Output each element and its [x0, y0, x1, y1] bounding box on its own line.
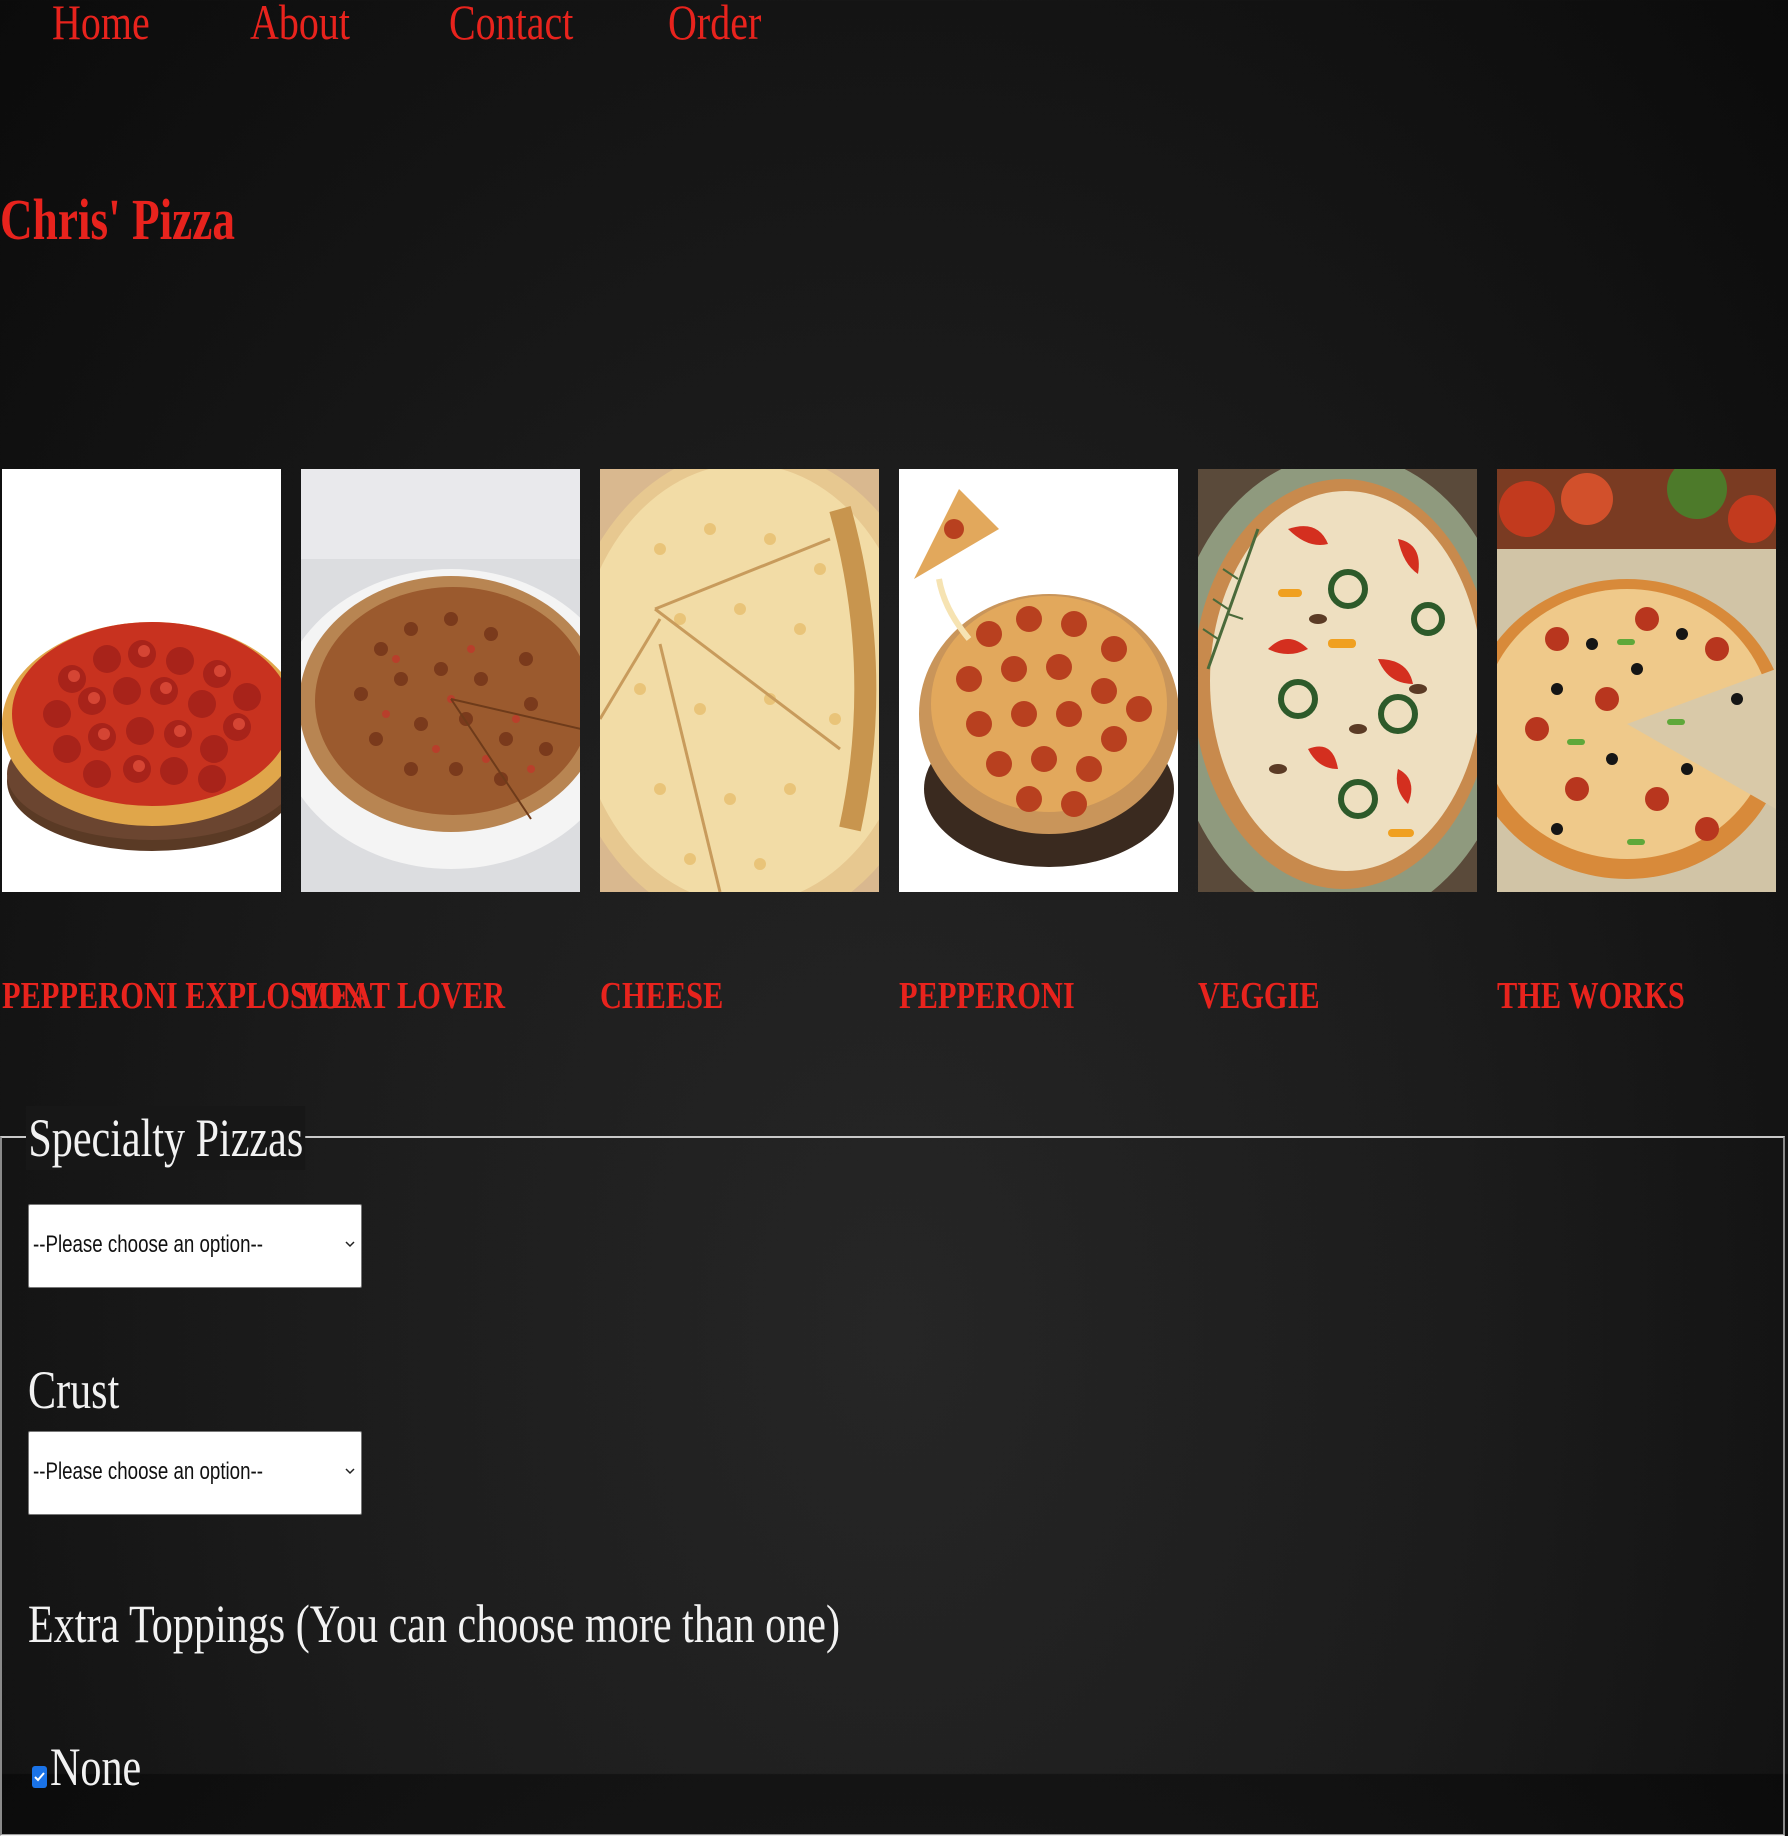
- pizza-card-pepperoni[interactable]: PEPPERONI: [899, 469, 1178, 1029]
- nav-contact-link[interactable]: Contact: [449, 0, 573, 52]
- veggie-image: [1198, 469, 1477, 892]
- the-works-image: [1497, 469, 1776, 892]
- pizza-name-meat-lover: MEAT LOVER: [301, 975, 506, 1017]
- pizza-gallery: PEPPERONI EXPLOSION MEAT LOVER CHEESE PE…: [2, 469, 1787, 1029]
- chevron-down-icon: [345, 1468, 355, 1475]
- pepperoni-explosion-image: [2, 469, 281, 892]
- chevron-down-icon: [345, 1241, 355, 1248]
- pizza-card-veggie[interactable]: VEGGIE: [1198, 469, 1477, 1029]
- pizza-card-meat-lover[interactable]: MEAT LOVER: [301, 469, 580, 1029]
- specialty-pizzas-legend: Specialty Pizzas: [26, 1106, 306, 1170]
- pizza-name-the-works: THE WORKS: [1497, 975, 1685, 1017]
- meat-lover-image: [301, 469, 580, 892]
- cheese-image: [600, 469, 879, 892]
- extra-toppings-label: Extra Toppings (You can choose more than…: [28, 1594, 841, 1654]
- topping-none-checkbox[interactable]: [32, 1766, 47, 1788]
- pizza-name-cheese: CHEESE: [600, 975, 724, 1017]
- specialty-pizza-select[interactable]: --Please choose an option--: [28, 1204, 362, 1288]
- nav-home-link[interactable]: Home: [52, 0, 150, 52]
- pizza-name-pepperoni: PEPPERONI: [899, 975, 1075, 1017]
- crust-select-value: --Please choose an option--: [33, 1458, 263, 1485]
- nav-order-link[interactable]: Order: [668, 0, 761, 52]
- topping-none-label: None: [50, 1737, 142, 1797]
- specialty-pizza-select-value: --Please choose an option--: [33, 1231, 263, 1258]
- crust-select[interactable]: --Please choose an option--: [28, 1431, 362, 1515]
- checkmark-icon: [34, 1772, 45, 1782]
- site-title: Chris' Pizza: [0, 187, 235, 252]
- specialty-pizzas-fieldset: Specialty Pizzas --Please choose an opti…: [0, 1106, 1785, 1836]
- nav-about-link[interactable]: About: [250, 0, 350, 52]
- pizza-card-the-works[interactable]: THE WORKS: [1497, 469, 1776, 1029]
- crust-label: Crust: [28, 1360, 120, 1420]
- pizza-card-cheese[interactable]: CHEESE: [600, 469, 879, 1029]
- pizza-card-pepperoni-explosion[interactable]: PEPPERONI EXPLOSION: [2, 469, 364, 1029]
- pepperoni-image: [899, 469, 1178, 892]
- pizza-name-veggie: VEGGIE: [1198, 975, 1320, 1017]
